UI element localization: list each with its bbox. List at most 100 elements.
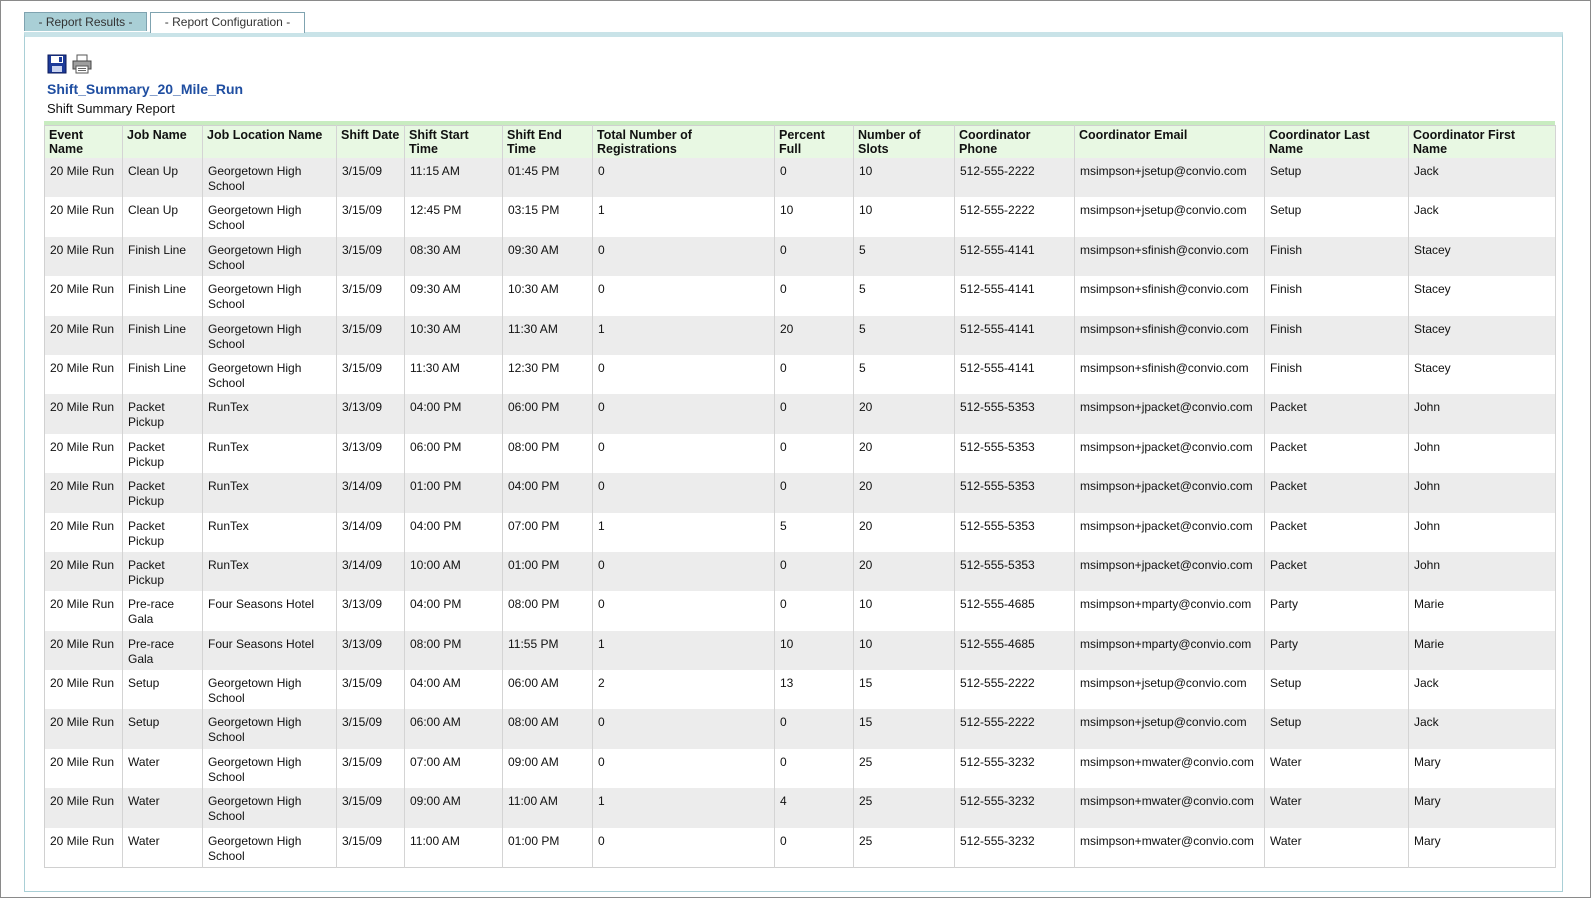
cell-coordinator-email: msimpson+mparty@convio.com [1074, 630, 1265, 671]
cell-job-name: Water [122, 788, 203, 828]
cell-slots: 10 [853, 591, 955, 631]
tab-bar: - Report Results - - Report Configuratio… [24, 12, 305, 33]
cell-shift-date: 3/15/09 [336, 709, 405, 749]
cell-shift-date: 3/15/09 [336, 236, 405, 277]
cell-event-name: 20 Mile Run [44, 591, 123, 631]
cell-registrations: 0 [592, 236, 775, 277]
cell-percent-full: 0 [774, 433, 854, 474]
cell-slots: 25 [853, 827, 955, 868]
cell-shift-start: 09:00 AM [404, 788, 503, 828]
cell-slots: 10 [853, 197, 955, 237]
col-coordinator-phone: Coordinator Phone [954, 125, 1075, 158]
cell-shift-date: 3/13/09 [336, 591, 405, 631]
cell-coordinator-email: msimpson+jpacket@convio.com [1074, 433, 1265, 474]
tab-report-results[interactable]: - Report Results - [24, 12, 147, 31]
table-row: 20 Mile Run Clean Up Georgetown High Schoo… [44, 197, 1556, 237]
cell-slots: 25 [853, 788, 955, 828]
cell-shift-date: 3/13/09 [336, 630, 405, 671]
cell-shift-date: 3/15/09 [336, 315, 405, 355]
cell-coordinator-phone: 512-555-2222 [954, 197, 1075, 237]
col-coordinator-first-name: Coordinator First Name [1408, 125, 1556, 158]
cell-shift-start: 09:30 AM [404, 276, 503, 316]
cell-slots: 20 [853, 551, 955, 592]
cell-slots: 20 [853, 394, 955, 434]
cell-registrations: 0 [592, 827, 775, 868]
cell-shift-date: 3/13/09 [336, 433, 405, 474]
save-icon[interactable] [47, 54, 67, 74]
report-panel: Shift_Summary_20_Mile_Run Shift Summary … [24, 32, 1563, 892]
cell-event-name: 20 Mile Run [44, 709, 123, 749]
cell-percent-full: 0 [774, 473, 854, 513]
col-event-name: Event Name [44, 125, 123, 158]
cell-percent-full: 0 [774, 827, 854, 868]
cell-registrations: 1 [592, 197, 775, 237]
cell-job-location: RunTex [202, 473, 337, 513]
cell-event-name: 20 Mile Run [44, 748, 123, 789]
cell-shift-start: 11:15 AM [404, 158, 503, 198]
table-row: 20 Mile Run Water Georgetown High School 3/… [44, 788, 1556, 828]
cell-slots: 20 [853, 473, 955, 513]
cell-job-name: Setup [122, 709, 203, 749]
cell-coordinator-email: msimpson+jpacket@convio.com [1074, 394, 1265, 434]
cell-shift-date: 3/14/09 [336, 551, 405, 592]
report-title-link[interactable]: Shift_Summary_20_Mile_Run [47, 81, 243, 97]
cell-job-name: Packet Pickup [122, 394, 203, 434]
cell-coordinator-first-name: Jack [1408, 709, 1556, 749]
col-total-registrations: Total Number of Registrations [592, 125, 775, 158]
cell-coordinator-last-name: Packet [1264, 551, 1409, 592]
cell-shift-end: 01:00 PM [502, 551, 593, 592]
cell-coordinator-email: msimpson+sfinish@convio.com [1074, 236, 1265, 277]
cell-shift-start: 10:00 AM [404, 551, 503, 592]
cell-event-name: 20 Mile Run [44, 236, 123, 277]
cell-job-location: Georgetown High School [202, 670, 337, 710]
cell-coordinator-last-name: Water [1264, 748, 1409, 789]
cell-slots: 5 [853, 354, 955, 395]
report-toolbar [47, 54, 92, 74]
col-percent-full: Percent Full [774, 125, 854, 158]
cell-shift-end: 11:00 AM [502, 788, 593, 828]
cell-event-name: 20 Mile Run [44, 551, 123, 592]
cell-shift-start: 07:00 AM [404, 748, 503, 789]
col-shift-start-time: Shift Start Time [404, 125, 503, 158]
cell-shift-start: 12:45 PM [404, 197, 503, 237]
cell-coordinator-last-name: Packet [1264, 512, 1409, 552]
cell-shift-start: 11:30 AM [404, 354, 503, 395]
cell-coordinator-first-name: Jack [1408, 197, 1556, 237]
cell-coordinator-phone: 512-555-4685 [954, 591, 1075, 631]
cell-shift-start: 06:00 AM [404, 709, 503, 749]
cell-job-location: Georgetown High School [202, 354, 337, 395]
cell-registrations: 0 [592, 473, 775, 513]
cell-coordinator-email: msimpson+mwater@convio.com [1074, 827, 1265, 868]
cell-percent-full: 20 [774, 315, 854, 355]
report-table-wrapper: Event Name Job Name Job Location Name Sh… [44, 121, 1556, 868]
cell-registrations: 0 [592, 551, 775, 592]
cell-coordinator-email: msimpson+mparty@convio.com [1074, 591, 1265, 631]
cell-coordinator-email: msimpson+sfinish@convio.com [1074, 276, 1265, 316]
cell-shift-end: 07:00 PM [502, 512, 593, 552]
cell-coordinator-phone: 512-555-4685 [954, 630, 1075, 671]
cell-registrations: 0 [592, 709, 775, 749]
table-row: 20 Mile Run Packet Pickup RunTex 3/13/09 06:… [44, 433, 1556, 474]
cell-coordinator-last-name: Finish [1264, 276, 1409, 316]
cell-event-name: 20 Mile Run [44, 433, 123, 474]
cell-slots: 20 [853, 433, 955, 474]
col-coordinator-last-name: Coordinator Last Name [1264, 125, 1409, 158]
cell-coordinator-last-name: Party [1264, 591, 1409, 631]
table-row: 20 Mile Run Packet Pickup RunTex 3/13/09 04:… [44, 394, 1556, 434]
cell-coordinator-first-name: Marie [1408, 591, 1556, 631]
cell-coordinator-first-name: Stacey [1408, 315, 1556, 355]
cell-job-name: Finish Line [122, 354, 203, 395]
print-icon[interactable] [72, 54, 92, 74]
cell-job-name: Packet Pickup [122, 551, 203, 592]
cell-coordinator-first-name: Stacey [1408, 276, 1556, 316]
cell-coordinator-last-name: Water [1264, 827, 1409, 868]
cell-percent-full: 0 [774, 551, 854, 592]
table-row: 20 Mile Run Finish Line Georgetown High Sc… [44, 315, 1556, 355]
report-window: - Report Results - - Report Configuratio… [0, 0, 1591, 898]
tab-report-configuration[interactable]: - Report Configuration - [150, 12, 305, 33]
cell-slots: 20 [853, 512, 955, 552]
cell-registrations: 0 [592, 354, 775, 395]
cell-coordinator-first-name: John [1408, 473, 1556, 513]
cell-event-name: 20 Mile Run [44, 630, 123, 671]
cell-percent-full: 0 [774, 354, 854, 395]
